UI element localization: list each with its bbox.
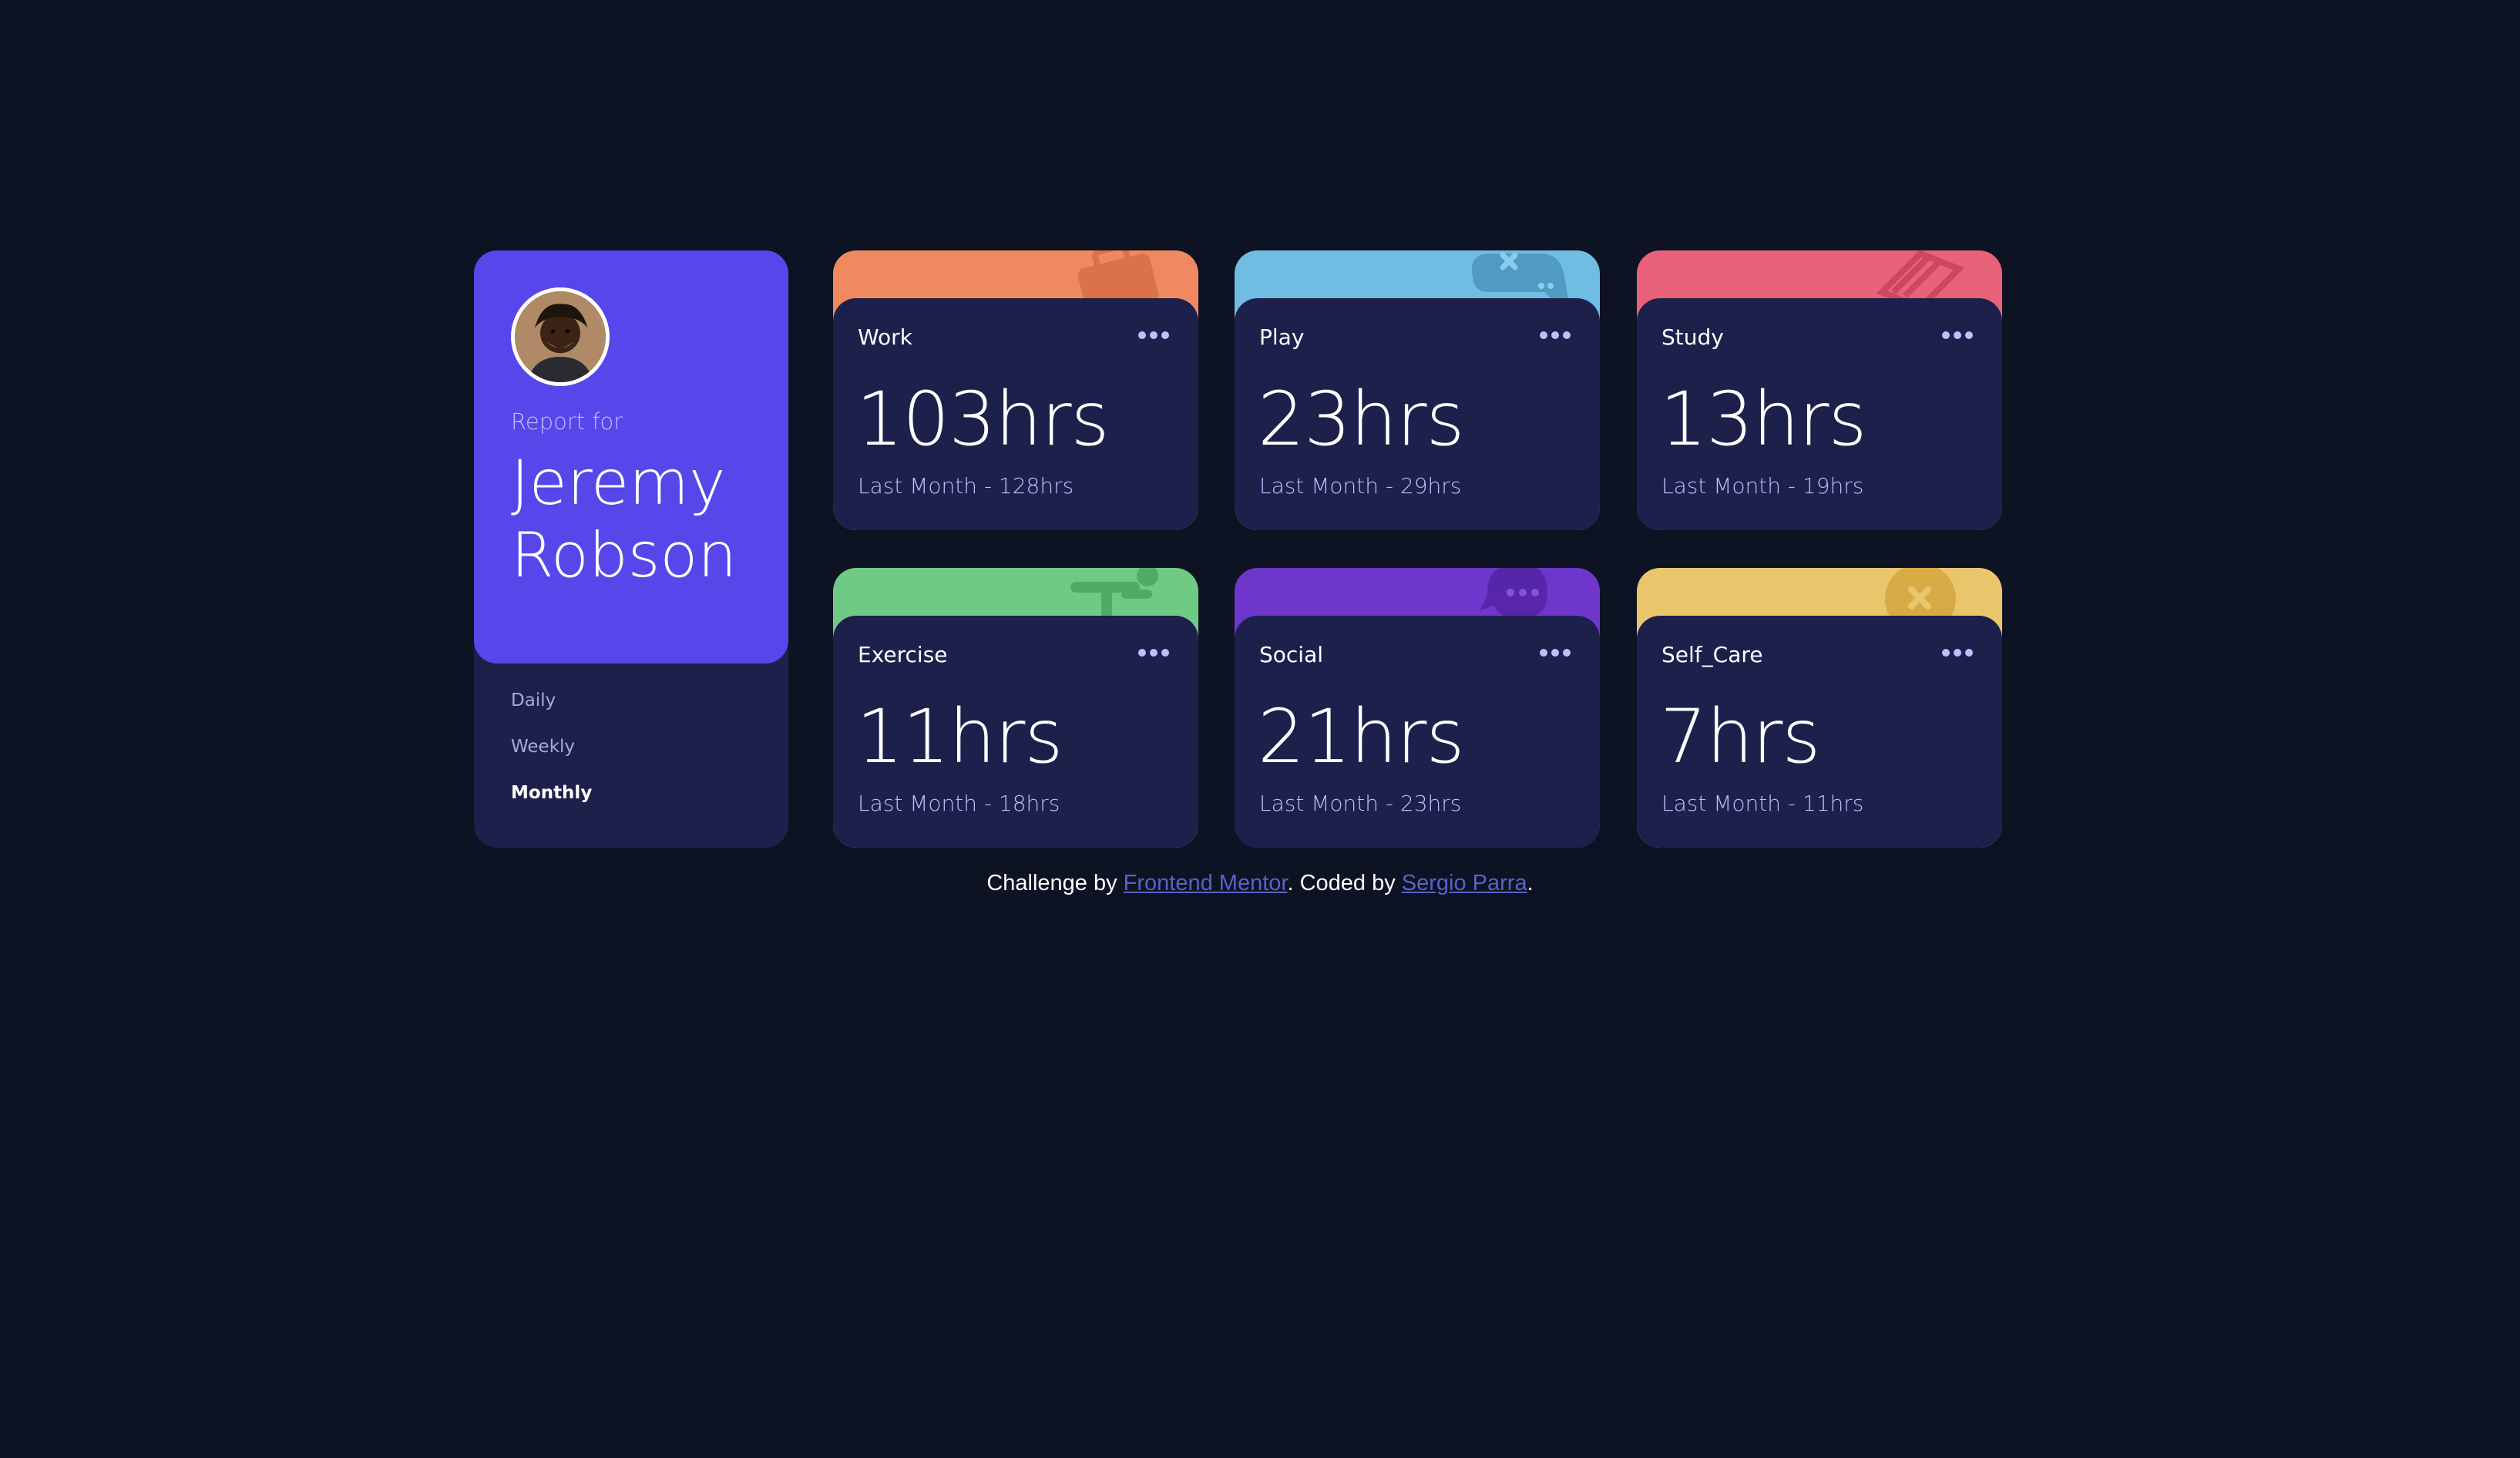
card-title: Study xyxy=(1662,324,1724,350)
ellipsis-icon[interactable] xyxy=(1540,645,1577,660)
card-title: Exercise xyxy=(858,642,948,667)
previous-hours: Last Month - 23hrs xyxy=(1259,791,1462,816)
card-title: Play xyxy=(1259,324,1305,350)
footer-text: . Coded by xyxy=(1287,871,1402,895)
previous-hours: Last Month - 128hrs xyxy=(858,473,1074,499)
previous-hours: Last Month - 19hrs xyxy=(1662,473,1864,499)
card-body: Self_Care 7hrs Last Month - 11hrs xyxy=(1637,616,2002,848)
card-body: Social 21hrs Last Month - 23hrs xyxy=(1235,616,1600,848)
ellipsis-icon[interactable] xyxy=(1942,645,1979,660)
timeframe-daily[interactable]: Daily xyxy=(511,690,592,711)
activity-card-social: Social 21hrs Last Month - 23hrs xyxy=(1235,568,1600,848)
current-hours: 7hrs xyxy=(1660,694,1820,780)
frontend-mentor-link[interactable]: Frontend Mentor xyxy=(1124,871,1288,895)
timeframe-weekly[interactable]: Weekly xyxy=(511,736,592,758)
previous-hours: Last Month - 11hrs xyxy=(1662,791,1864,816)
footer-text: Challenge by xyxy=(986,871,1124,895)
card-body: Work 103hrs Last Month - 128hrs xyxy=(833,298,1198,530)
avatar xyxy=(511,287,610,386)
report-for-label: Report for xyxy=(511,408,623,435)
timeframe-selector: Daily Weekly Monthly xyxy=(511,690,592,828)
profile-card: Report for Jeremy Robson Daily Weekly Mo… xyxy=(474,250,788,848)
current-hours: 23hrs xyxy=(1258,376,1464,462)
avatar-photo-icon xyxy=(515,291,606,382)
user-name: Jeremy Robson xyxy=(511,447,738,591)
previous-hours: Last Month - 18hrs xyxy=(858,791,1060,816)
card-body: Exercise 11hrs Last Month - 18hrs xyxy=(833,616,1198,848)
activity-card-study: Study 13hrs Last Month - 19hrs xyxy=(1637,250,2002,530)
ellipsis-icon[interactable] xyxy=(1138,645,1175,660)
current-hours: 21hrs xyxy=(1258,694,1464,780)
card-title: Social xyxy=(1259,642,1324,667)
timeframe-monthly[interactable]: Monthly xyxy=(511,782,592,804)
current-hours: 103hrs xyxy=(856,376,1110,462)
current-hours: 13hrs xyxy=(1660,376,1866,462)
page: Report for Jeremy Robson Daily Weekly Mo… xyxy=(0,0,2520,1458)
profile-header: Report for Jeremy Robson xyxy=(474,250,788,663)
card-body: Study 13hrs Last Month - 19hrs xyxy=(1637,298,2002,530)
ellipsis-icon[interactable] xyxy=(1942,328,1979,343)
activity-card-self-care: Self_Care 7hrs Last Month - 11hrs xyxy=(1637,568,2002,848)
attribution-footer: Challenge by Frontend Mentor. Coded by S… xyxy=(0,871,2520,896)
previous-hours: Last Month - 29hrs xyxy=(1259,473,1462,499)
current-hours: 11hrs xyxy=(856,694,1063,780)
footer-text: . xyxy=(1527,871,1534,895)
card-title: Work xyxy=(858,324,912,350)
ellipsis-icon[interactable] xyxy=(1138,328,1175,343)
activity-card-play: Play 23hrs Last Month - 29hrs xyxy=(1235,250,1600,530)
activity-card-work: Work 103hrs Last Month - 128hrs xyxy=(833,250,1198,530)
activity-card-exercise: Exercise 11hrs Last Month - 18hrs xyxy=(833,568,1198,848)
author-link[interactable]: Sergio Parra xyxy=(1402,871,1527,895)
ellipsis-icon[interactable] xyxy=(1540,328,1577,343)
card-body: Play 23hrs Last Month - 29hrs xyxy=(1235,298,1600,530)
card-title: Self_Care xyxy=(1662,642,1763,667)
